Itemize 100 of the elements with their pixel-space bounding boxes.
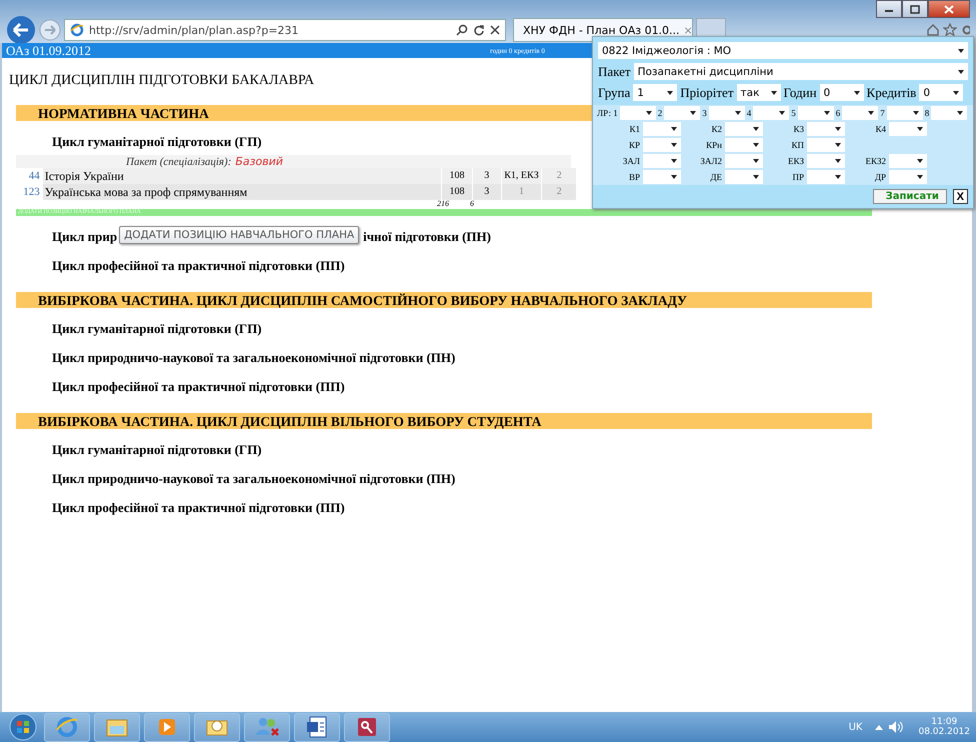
control-select[interactable] [807, 170, 845, 184]
table-cell: 108 [441, 184, 472, 200]
close-icon [944, 4, 954, 14]
field-select[interactable]: так [736, 84, 781, 101]
taskbar-button[interactable] [244, 712, 290, 742]
control-select[interactable] [725, 170, 763, 184]
minimize-button[interactable] [876, 0, 902, 18]
home-icon[interactable] [926, 23, 940, 37]
control-label: К3 [793, 124, 804, 134]
cycle-heading: ічної підготовки (ПН) [363, 229, 491, 245]
caret-icon [835, 143, 841, 147]
lab-select[interactable] [708, 106, 745, 120]
caret-icon [957, 111, 964, 115]
field-select[interactable]: 0 [919, 84, 964, 101]
search-icon[interactable] [456, 24, 468, 36]
control-label: ПР [792, 172, 804, 182]
maximize-button[interactable] [902, 0, 928, 18]
control-select[interactable] [643, 154, 681, 168]
control-label: ЕКЗ2 [865, 156, 886, 166]
caret-icon [646, 111, 652, 115]
control-select[interactable] [725, 154, 763, 168]
caret-icon [917, 175, 923, 179]
discipline-name[interactable]: Українська мова за проф спрямуванням [42, 184, 442, 200]
back-icon[interactable] [6, 15, 36, 45]
close-button[interactable]: X [952, 189, 968, 204]
caret-icon [734, 111, 741, 115]
field-label: Група [598, 84, 630, 100]
caret-icon [912, 111, 919, 115]
ie-icon [55, 715, 79, 739]
caret-icon [779, 111, 786, 115]
package-label: Пакет [598, 64, 631, 80]
up-arrow-icon[interactable] [874, 723, 884, 731]
taskbar-button[interactable] [194, 712, 240, 742]
table-cell: 3 [472, 168, 501, 184]
control-select[interactable] [643, 170, 681, 184]
plan-title: ОАз 01.09.2012 [6, 42, 92, 58]
control-select[interactable] [807, 122, 845, 136]
caret-icon [854, 90, 860, 94]
control-label: К4 [875, 124, 886, 134]
stop-icon[interactable] [490, 25, 500, 35]
lab-select[interactable] [886, 106, 923, 120]
package-select[interactable]: Позапакетні дисципліни [634, 63, 968, 80]
lab-select[interactable] [798, 106, 834, 120]
lab-label: 5 [791, 108, 796, 118]
control-select[interactable] [807, 154, 845, 168]
speaker-icon[interactable] [888, 720, 904, 734]
cycle-heading: Цикл прир [52, 229, 118, 245]
cycle-heading: Цикл гуманітарної підготовки (ГП) [52, 321, 262, 337]
table-cell: 2 [541, 168, 576, 184]
lab-select[interactable] [842, 106, 878, 120]
lab-select[interactable] [931, 106, 968, 120]
caret-icon [835, 159, 841, 163]
lab-label: 2 [658, 108, 662, 118]
discipline-name[interactable]: Історія України [42, 168, 442, 184]
tooltip: ДОДАТИ ПОЗИЦІЮ НАВЧАЛЬНОГО ПЛАНА [119, 226, 360, 244]
control-select[interactable] [643, 122, 681, 136]
close-button[interactable] [928, 0, 970, 18]
field-label: Пріорітет [680, 84, 734, 100]
caret-icon [917, 159, 923, 163]
lab-select[interactable] [664, 106, 700, 120]
specialty-select[interactable]: 0822 Іміджеологія : МО [598, 42, 968, 59]
caret-icon [671, 175, 677, 179]
refresh-icon[interactable] [473, 24, 485, 36]
total-value: 216 [436, 200, 450, 208]
control-select[interactable] [725, 138, 763, 152]
cycle-heading: Цикл гуманітарної підготовки (ГП) [52, 442, 262, 458]
taskbar-button[interactable] [344, 712, 390, 742]
lab-select[interactable] [620, 106, 656, 120]
lab-label: 4 [746, 108, 752, 118]
lab-label: 6 [836, 108, 840, 118]
table-cell: К1, ЕКЗ [500, 168, 542, 184]
cycle-heading: Цикл професійної та практичної підготовки (ПП) [52, 500, 345, 516]
taskbar-button[interactable] [144, 712, 190, 742]
control-select[interactable] [725, 122, 763, 136]
field-select[interactable]: 1 [633, 84, 678, 101]
document-icon [306, 715, 328, 739]
table-cell: 1 [500, 184, 542, 200]
caret-icon [671, 127, 677, 131]
caret-icon [835, 175, 841, 179]
control-select[interactable] [889, 154, 927, 168]
control-select[interactable] [643, 138, 681, 152]
cycle-heading: Цикл професійної та практичної підготовки (ПП) [52, 258, 345, 274]
section-heading: ВИБІРКОВА ЧАСТИНА. ЦИКЛ ДИСЦИПЛІН ВІЛЬНОГО ВИБОРУ СТУДЕНТА [16, 413, 872, 429]
tab-title: ХНУ ФДН - План ОАз 01.0... [523, 24, 680, 36]
field-select[interactable]: 0 [820, 84, 864, 101]
lab-select[interactable] [753, 106, 790, 120]
caret-icon [753, 159, 759, 163]
save-button[interactable]: Записати [872, 189, 947, 204]
taskbar-button[interactable] [294, 712, 340, 742]
caret-icon [753, 143, 759, 147]
control-select[interactable] [807, 138, 845, 152]
control-select[interactable] [889, 122, 927, 136]
star-icon[interactable] [943, 23, 957, 37]
control-label: КП [791, 140, 804, 150]
caret-icon [753, 127, 759, 131]
address-field[interactable]: http://srv/admin/plan/plan.asp?p=231 [64, 19, 506, 41]
control-select[interactable] [889, 170, 927, 184]
cycle-heading: Цикл професійної та практичної підготовки (ПП) [52, 379, 345, 395]
control-label: К1 [629, 124, 640, 134]
control-label: ДЕ [710, 172, 722, 182]
